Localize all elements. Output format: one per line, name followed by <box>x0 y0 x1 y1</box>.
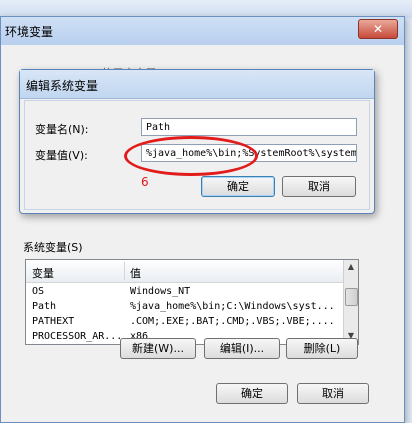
outer-dialog-title: 环境变量 <box>5 25 54 39</box>
row-name: PROCESSOR_AR... <box>32 331 123 342</box>
system-variables-list[interactable]: 变量 值 OS Windows_NT Path %java_home%\bin;… <box>25 259 359 345</box>
cancel-button[interactable]: 取消 <box>297 383 369 404</box>
row-value: .COM;.EXE;.BAT;.CMD;.VBS;.VBE;.... <box>130 316 335 327</box>
edit-cancel-button[interactable]: 取消 <box>282 176 356 197</box>
inner-titlebar: 编辑系统变量 <box>20 70 374 99</box>
column-separator <box>124 262 125 280</box>
outer-titlebar: 环境变量 ✕ <box>1 17 404 45</box>
variable-value-label: 变量值(V): <box>35 149 88 162</box>
table-row[interactable]: Path %java_home%\bin;C:\Windows\syst... <box>26 299 344 314</box>
edit-system-variable-dialog: 编辑系统变量 变量名(N): Path 变量值(V): %java_home%\… <box>19 69 375 214</box>
row-value: %java_home%\bin;C:\Windows\syst... <box>130 301 335 312</box>
new-button[interactable]: 新建(W)... <box>120 338 196 359</box>
ok-button[interactable]: 确定 <box>216 383 288 404</box>
variable-name-input[interactable]: Path <box>141 118 357 136</box>
scroll-up-icon[interactable]: ▲ <box>346 261 356 273</box>
system-variables-label: 系统变量(S) <box>23 241 83 254</box>
variable-value-input[interactable]: %java_home%\bin;%SystemRoot%\system32 <box>141 144 357 162</box>
close-button[interactable]: ✕ <box>358 19 398 39</box>
row-value: Windows_NT <box>130 286 191 297</box>
column-header-name[interactable]: 变量 <box>32 265 54 281</box>
column-header-value[interactable]: 值 <box>130 265 141 281</box>
table-row[interactable]: PATHEXT .COM;.EXE;.BAT;.CMD;.VBS;.VBE;..… <box>26 314 344 329</box>
scrollbar-thumb[interactable] <box>345 288 358 306</box>
list-header: 变量 值 <box>26 260 344 283</box>
table-row[interactable]: OS Windows_NT <box>26 284 344 299</box>
list-scrollbar[interactable]: ▲ ▼ <box>343 260 358 344</box>
annotation-number: 6 <box>141 175 149 189</box>
edit-button[interactable]: 编辑(I)... <box>204 338 280 359</box>
row-name: Path <box>32 301 57 312</box>
inner-dialog-body: 变量名(N): Path 变量值(V): %java_home%\bin;%Sy… <box>24 100 370 210</box>
row-name: OS <box>32 286 45 297</box>
delete-button[interactable]: 删除(L) <box>286 338 358 359</box>
row-name: PATHEXT <box>32 316 75 327</box>
edit-ok-button[interactable]: 确定 <box>201 176 275 197</box>
inner-dialog-title: 编辑系统变量 <box>26 79 99 93</box>
variable-name-label: 变量名(N): <box>35 123 89 136</box>
